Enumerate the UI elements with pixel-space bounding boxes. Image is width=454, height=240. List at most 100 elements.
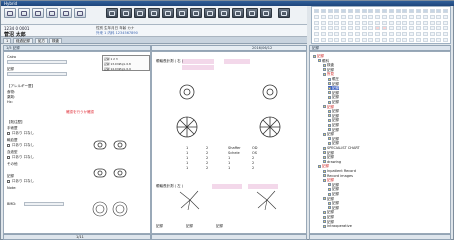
calendar-day[interactable] — [348, 32, 353, 37]
tree-item[interactable]: 検査 — [323, 63, 334, 67]
tree-item[interactable]: 記録 — [323, 215, 334, 219]
calendar-day[interactable] — [361, 14, 367, 19]
calendar-day[interactable] — [320, 20, 326, 25]
calendar-day[interactable] — [388, 20, 394, 25]
input-field[interactable] — [248, 184, 278, 189]
tree-item[interactable]: 記録 — [328, 100, 339, 104]
calendar-day[interactable] — [395, 32, 401, 37]
calendar-day[interactable] — [422, 38, 428, 42]
calendar-day[interactable] — [388, 32, 394, 37]
calendar-day[interactable] — [422, 14, 428, 19]
calendar-widget[interactable] — [311, 6, 451, 44]
calendar-day[interactable] — [395, 14, 401, 19]
calendar-day[interactable] — [354, 38, 360, 42]
calendar-day[interactable] — [416, 38, 421, 42]
chart-button[interactable] — [190, 8, 202, 18]
help-button[interactable] — [246, 8, 258, 18]
calendar-day[interactable] — [409, 38, 415, 42]
tree-item[interactable]: 眼科 — [318, 59, 329, 63]
calendar-day[interactable] — [368, 32, 374, 37]
save-button[interactable] — [60, 8, 72, 18]
tree-item[interactable]: 記録 — [323, 132, 334, 136]
exit-button[interactable] — [278, 8, 290, 18]
calendar-day[interactable] — [382, 32, 387, 37]
calendar-day[interactable] — [327, 26, 333, 31]
calendar-day[interactable] — [409, 14, 415, 19]
calendar-day[interactable] — [334, 14, 340, 19]
tree-item[interactable]: 眼圧 — [328, 77, 339, 81]
calendar-day[interactable] — [314, 26, 319, 31]
tree-item[interactable]: 記録 — [328, 118, 339, 122]
tree-item[interactable]: Inpatient Record — [323, 169, 356, 173]
calendar-day[interactable] — [395, 20, 401, 25]
calendar-day[interactable] — [436, 14, 442, 19]
calendar-day[interactable] — [314, 38, 319, 42]
calendar-day[interactable] — [375, 32, 381, 37]
forward-button[interactable] — [32, 8, 44, 18]
calendar-day[interactable] — [320, 38, 326, 42]
calendar-day[interactable] — [436, 32, 442, 37]
tree-item[interactable]: Intraoperative — [323, 224, 352, 228]
order-button[interactable] — [120, 8, 132, 18]
calendar-day[interactable] — [354, 26, 360, 31]
back-button[interactable] — [18, 8, 30, 18]
tree-item[interactable]: Record images — [323, 174, 353, 178]
calendar-day[interactable] — [314, 20, 319, 25]
calendar-day[interactable] — [409, 32, 415, 37]
settings-button[interactable] — [218, 8, 230, 18]
calendar-day[interactable] — [320, 26, 326, 31]
tree-item[interactable]: 記録 — [328, 187, 339, 191]
calendar-day[interactable] — [327, 32, 333, 37]
calendar-day[interactable] — [395, 38, 401, 42]
tree-item[interactable]: 記録 — [323, 151, 334, 155]
calendar-day[interactable] — [341, 32, 347, 37]
calendar-day[interactable] — [334, 38, 340, 42]
calendar-day[interactable] — [354, 14, 360, 19]
calendar-day[interactable] — [443, 38, 449, 42]
calendar-day[interactable] — [388, 26, 394, 31]
calendar-day[interactable] — [388, 38, 394, 42]
calendar-day[interactable] — [382, 26, 387, 31]
home-button[interactable] — [4, 8, 16, 18]
calendar-day[interactable] — [320, 14, 326, 19]
calendar-day[interactable] — [409, 20, 415, 25]
calendar-day[interactable] — [382, 14, 387, 19]
tree-item[interactable]: 記録 — [323, 155, 334, 159]
tree-item[interactable]: 記録 — [328, 95, 339, 99]
report-button[interactable] — [148, 8, 160, 18]
calendar-day[interactable] — [443, 20, 449, 25]
input-field[interactable] — [212, 184, 242, 189]
calendar-day[interactable] — [368, 14, 374, 19]
calendar-day[interactable] — [375, 14, 381, 19]
lock-button[interactable] — [260, 8, 272, 18]
calendar-day[interactable] — [416, 32, 421, 37]
calendar-day[interactable] — [354, 32, 360, 37]
calendar-day[interactable] — [429, 26, 435, 31]
calendar-day[interactable] — [348, 26, 353, 31]
calendar-day[interactable] — [354, 20, 360, 25]
calendar-day[interactable] — [341, 20, 347, 25]
calendar-day[interactable] — [361, 26, 367, 31]
calendar-day[interactable] — [368, 20, 374, 25]
tree-item[interactable]: 記録 — [328, 192, 339, 196]
calendar-day[interactable] — [334, 32, 340, 37]
record-button[interactable] — [106, 8, 118, 18]
tree-item[interactable]: 所見 — [323, 72, 334, 76]
calendar-day[interactable] — [348, 20, 353, 25]
calendar-day[interactable] — [368, 26, 374, 31]
mail-button[interactable] — [232, 8, 244, 18]
calendar-day[interactable] — [375, 38, 381, 42]
calendar-day[interactable] — [422, 32, 428, 37]
print-button[interactable] — [46, 8, 58, 18]
calendar-day[interactable] — [422, 20, 428, 25]
tree-item[interactable]: 記録 — [323, 178, 334, 182]
tree-item[interactable]: 記録 — [323, 105, 334, 109]
calendar-day[interactable] — [361, 32, 367, 37]
search-button[interactable] — [74, 8, 86, 18]
tree-item[interactable]: 記録 — [328, 86, 339, 91]
tab-exam[interactable]: 検査 — [49, 38, 62, 44]
calendar-day[interactable] — [429, 38, 435, 42]
calendar-day[interactable] — [348, 14, 353, 19]
calendar-day[interactable] — [436, 26, 442, 31]
calendar-day[interactable] — [416, 26, 421, 31]
